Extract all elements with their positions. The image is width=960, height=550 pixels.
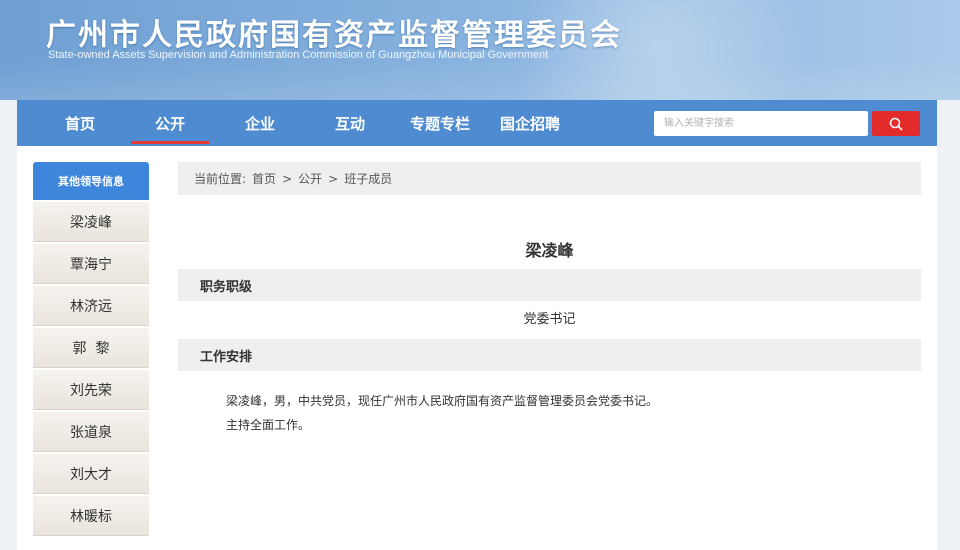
- nav-item-topics[interactable]: 专题专栏: [395, 100, 485, 146]
- sidebar-item-leader[interactable]: 林济远: [33, 286, 149, 326]
- position-section-heading: 职务职级: [178, 269, 921, 301]
- main-nav: 首页 公开 企业 互动 专题专栏 国企招聘: [17, 100, 937, 146]
- sidebar-item-leader[interactable]: 郭 黎: [33, 328, 149, 368]
- leader-duty: 主持全面工作。: [226, 418, 311, 432]
- nav-item-interaction[interactable]: 互动: [305, 100, 395, 146]
- main-content: 当前位置: 首页 > 公开 > 班子成员 梁凌峰 职务职级 党委书记 工作安排 …: [178, 162, 921, 437]
- sidebar-item-leader[interactable]: 覃海宁: [33, 244, 149, 284]
- content-area: 其他领导信息 梁凌峰 覃海宁 林济远 郭 黎 刘先荣 张道泉 刘大才 林暖标 当…: [17, 146, 937, 550]
- breadcrumb-home[interactable]: 首页: [252, 170, 276, 187]
- breadcrumb: 当前位置: 首页 > 公开 > 班子成员: [178, 162, 921, 195]
- nav-item-home[interactable]: 首页: [35, 100, 125, 146]
- breadcrumb-public[interactable]: 公开: [298, 170, 322, 187]
- sidebar-item-leader[interactable]: 张道泉: [33, 412, 149, 452]
- breadcrumb-current: 班子成员: [344, 172, 393, 186]
- sidebar-item-leader[interactable]: 刘大才: [33, 454, 149, 494]
- search-icon: [889, 117, 903, 130]
- work-section-heading: 工作安排: [178, 339, 921, 371]
- nav-item-enterprise[interactable]: 企业: [215, 100, 305, 146]
- breadcrumb-separator: >: [328, 171, 339, 186]
- search-button[interactable]: [872, 111, 920, 136]
- position-value: 党委书记: [523, 312, 576, 327]
- nav-item-public[interactable]: 公开: [125, 100, 215, 146]
- sidebar-item-leader[interactable]: 刘先荣: [33, 370, 149, 410]
- search-input[interactable]: [654, 111, 868, 136]
- breadcrumb-separator: >: [282, 171, 293, 186]
- site-subtitle: State-owned Assets Supervision and Admin…: [48, 49, 549, 61]
- sidebar-item-leader[interactable]: 林暖标: [33, 496, 149, 536]
- sidebar-item-leader[interactable]: 梁凌峰: [33, 202, 149, 242]
- header-banner: 广州市人民政府国有资产监督管理委员会 State-owned Assets Su…: [0, 0, 960, 100]
- leader-sidebar: 其他领导信息 梁凌峰 覃海宁 林济远 郭 黎 刘先荣 张道泉 刘大才 林暖标: [33, 162, 149, 536]
- leader-name: 梁凌峰: [525, 241, 574, 260]
- site-title: 广州市人民政府国有资产监督管理委员会: [46, 18, 622, 53]
- breadcrumb-prefix: 当前位置:: [194, 172, 247, 186]
- sidebar-header: 其他领导信息: [33, 162, 149, 200]
- nav-item-recruitment[interactable]: 国企招聘: [485, 100, 575, 146]
- leader-bio: 梁凌峰，男，中共党员，现任广州市人民政府国有资产监督管理委员会党委书记。: [226, 394, 659, 408]
